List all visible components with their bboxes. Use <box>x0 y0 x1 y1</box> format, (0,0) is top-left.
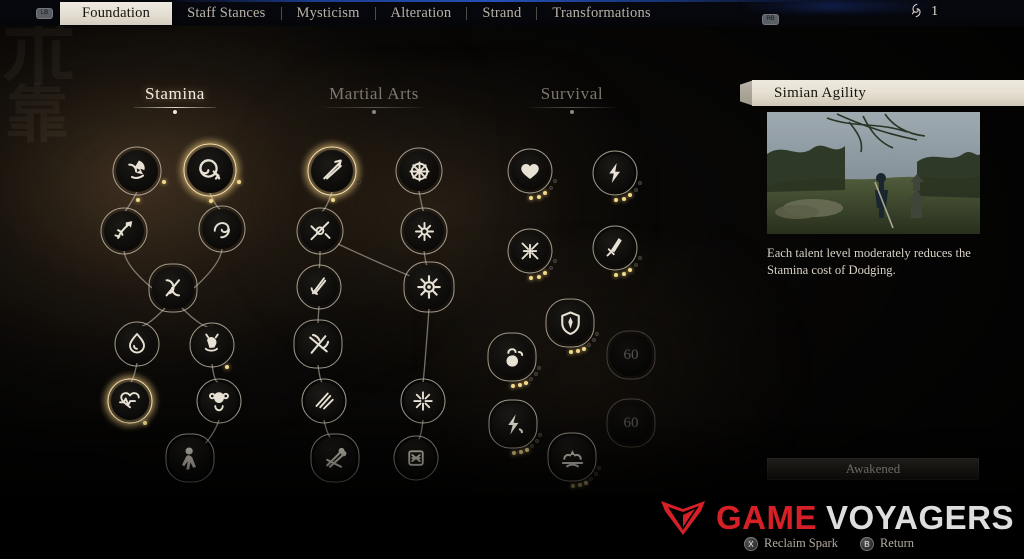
dual-dodge-icon <box>152 267 194 309</box>
skill-node-s2[interactable] <box>584 142 646 204</box>
x-button-icon: X <box>744 536 759 551</box>
node-level-dot <box>536 365 541 370</box>
node-level-dot <box>517 382 522 387</box>
node-level-dot <box>587 342 592 347</box>
node-level-dot <box>621 271 626 276</box>
node-level-dot <box>581 346 586 351</box>
node-level-dot <box>543 191 548 196</box>
skill-node-n6[interactable] <box>106 313 168 375</box>
node-level-dot <box>225 365 230 370</box>
node-level-dot <box>591 337 596 342</box>
skill-node-n4[interactable] <box>190 197 254 261</box>
burst-wheel-icon <box>399 151 439 191</box>
node-level-dot <box>356 179 361 184</box>
game-voyagers-watermark: GAME VOYAGERS <box>659 499 1014 537</box>
node-level-dot <box>638 181 643 186</box>
node-level-dot <box>533 371 538 376</box>
brand-text-game: GAME <box>715 499 817 536</box>
node-level-dots <box>181 314 243 376</box>
vault-icon <box>104 211 144 251</box>
node-level-dots <box>584 142 646 204</box>
pinwheel-icon <box>297 323 339 365</box>
skill-node-m7[interactable] <box>387 139 451 203</box>
skill-node-m2[interactable] <box>288 199 352 263</box>
node-level-dot <box>549 265 554 270</box>
node-level-dot <box>523 380 528 385</box>
node-level-dot <box>161 179 166 184</box>
skill-node-m3[interactable] <box>288 256 350 318</box>
prompt-reclaim-spark-label: Reclaim Spark <box>764 536 838 550</box>
node-level-dots <box>479 324 545 390</box>
node-level-dot <box>553 259 558 264</box>
button-prompts: X Reclaim Spark B Return <box>744 536 914 551</box>
detail-title: Simian Agility <box>774 84 867 101</box>
node-level-dot <box>634 262 639 267</box>
node-level-dots <box>299 138 365 204</box>
node-level-dot <box>621 196 626 201</box>
prompt-reclaim-spark[interactable]: X Reclaim Spark <box>744 536 838 551</box>
node-level-dot <box>536 194 541 199</box>
node-level-dot <box>628 268 633 273</box>
skill-node-n3[interactable] <box>92 199 156 263</box>
skill-node-n1[interactable] <box>104 138 170 204</box>
node-level-dot <box>549 185 554 190</box>
staff-spin-icon <box>300 211 340 251</box>
node-level-dots <box>175 135 245 205</box>
skill-node-s3[interactable] <box>499 220 561 282</box>
brand-text-voyagers: VOYAGERS <box>825 499 1014 536</box>
node-level-dot <box>569 349 573 354</box>
detail-description: Each talent level moderately reduces the… <box>767 246 971 278</box>
chevron-logo-icon <box>659 499 707 537</box>
skill-node-m9[interactable] <box>395 253 463 321</box>
droplet-icon <box>118 325 156 363</box>
prompt-return[interactable]: B Return <box>859 536 914 551</box>
skill-node-s6[interactable] <box>479 324 545 390</box>
node-level-dots <box>584 217 646 279</box>
footer-bar: X Reclaim Spark B Return GAME VOYAGERS <box>0 497 1024 559</box>
node-level-dot <box>628 193 633 198</box>
node-level-dot <box>543 271 548 276</box>
node-level-dots <box>104 138 170 204</box>
node-level-dot <box>634 187 639 192</box>
node-level-dot <box>575 348 580 353</box>
node-level-dot <box>613 197 618 202</box>
node-level-dot <box>638 256 643 261</box>
skill-node-n5[interactable] <box>140 255 206 321</box>
skill-node-m4[interactable] <box>285 311 351 377</box>
node-level-dot <box>613 272 618 277</box>
node-level-dot <box>553 179 558 184</box>
skill-node-c1[interactable]: 60 <box>598 322 664 388</box>
node-spark-cost: 60 <box>623 346 639 363</box>
prompt-return-label: Return <box>879 536 914 550</box>
b-button-icon: B <box>859 536 874 551</box>
swirl-icon <box>202 209 242 249</box>
node-level-dot <box>511 383 515 388</box>
skill-node-s4[interactable] <box>584 217 646 279</box>
skill-node-s5[interactable] <box>537 290 603 356</box>
sweep-strike-icon <box>300 268 338 306</box>
sun-core-icon <box>407 265 451 309</box>
node-level-dots <box>499 220 561 282</box>
detail-title-banner: Simian Agility <box>752 80 1024 106</box>
node-level-dot <box>528 195 533 200</box>
radial-fan-icon <box>404 211 444 251</box>
node-level-dots <box>537 290 603 356</box>
skill-node-m1[interactable] <box>299 138 365 204</box>
node-level-dot <box>529 376 534 381</box>
node-level-dots <box>499 140 561 202</box>
node-level-dot <box>528 275 533 280</box>
skill-node-n7[interactable] <box>181 314 243 376</box>
node-level-dot <box>536 274 541 279</box>
skill-node-n2[interactable] <box>175 135 245 205</box>
forest-preview-image <box>767 112 980 234</box>
skill-tree-screen: 朮 靠 LB Foundation Staff Stances Mysticis… <box>0 0 1024 559</box>
skill-node-s1[interactable] <box>499 140 561 202</box>
locked-cost-icon: 60 <box>610 334 652 376</box>
node-level-dot <box>236 179 241 184</box>
